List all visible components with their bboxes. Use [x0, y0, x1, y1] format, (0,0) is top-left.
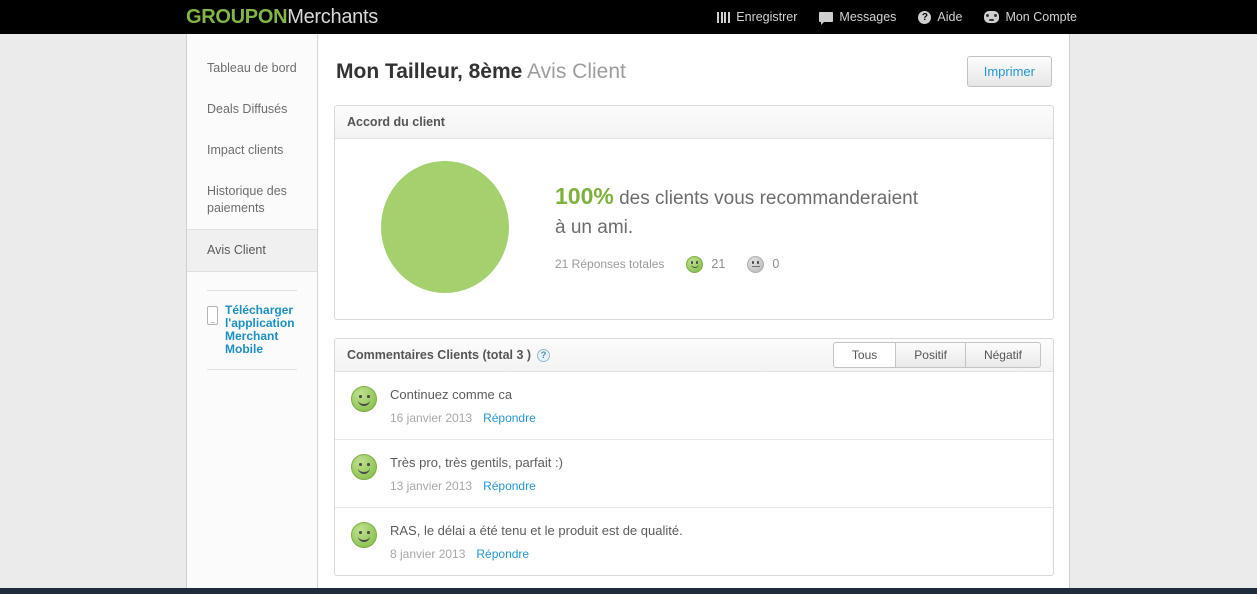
comments-title-text: Commentaires Clients (total 3 ) [347, 348, 532, 362]
topnav-label-mon-compte: Mon Compte [1005, 10, 1077, 24]
page-header: Mon Tailleur, 8ème Avis Client Imprimer [334, 34, 1054, 87]
main-container: Tableau de bord Deals Diffusés Impact cl… [186, 34, 1070, 588]
topnav-label-messages: Messages [839, 10, 897, 24]
account-face-icon [984, 11, 1000, 23]
chat-icon [819, 12, 834, 25]
agreement-panel-body: 100% des clients vous recommanderaient à… [335, 139, 1053, 319]
comment-row: Très pro, très gentils, parfait :) 13 ja… [335, 440, 1053, 508]
comments-panel-title: Commentaires Clients (total 3 ) ? [347, 348, 551, 362]
help-question-icon[interactable]: ? [537, 348, 551, 362]
topnav-label-enregistrer: Enregistrer [736, 10, 798, 24]
agreement-statement-line1: des clients vous recommanderaient [619, 187, 918, 209]
print-button[interactable]: Imprimer [966, 56, 1052, 87]
agreement-statement: 100% des clients vous recommanderaient à… [555, 182, 918, 242]
agreement-percent: 100% [555, 182, 614, 209]
comment-date: 8 janvier 2013 [390, 547, 466, 561]
comment-text: Continuez comme ca [390, 387, 513, 402]
help-circle-icon: ? [918, 10, 932, 24]
comment-row: Continuez comme ca 16 janvier 2013 Répon… [335, 372, 1053, 440]
content-area: Mon Tailleur, 8ème Avis Client Imprimer … [319, 34, 1069, 588]
agreement-panel-header: Accord du client [335, 106, 1053, 139]
comment-row: RAS, le délai a été tenu et le produit e… [335, 508, 1053, 575]
sidebar-item-download-merchant-mobile[interactable]: Télécharger l'application Merchant Mobil… [187, 291, 317, 369]
filter-positif[interactable]: Positif [896, 342, 966, 368]
comment-text: Très pro, très gentils, parfait :) [390, 455, 563, 470]
top-nav-links: Enregistrer Messages ? Aide Mon Compte [717, 0, 1077, 34]
top-navigation-bar: GROUPONMerchants Enregistrer Messages ? … [0, 0, 1257, 34]
comment-filter-group: Tous Positif Négatif [832, 342, 1041, 368]
sidebar-item-impact-clients[interactable]: Impact clients [187, 130, 317, 171]
sidebar: Tableau de bord Deals Diffusés Impact cl… [187, 34, 318, 588]
topnav-item-aide[interactable]: ? Aide [918, 10, 962, 24]
comment-content: Très pro, très gentils, parfait :) 13 ja… [390, 454, 563, 493]
comment-content: Continuez comme ca 16 janvier 2013 Répon… [390, 386, 536, 425]
neutral-smiley-icon [747, 255, 765, 273]
bars-icon [717, 11, 730, 23]
window-bottom-edge [0, 588, 1257, 594]
comment-text: RAS, le délai a été tenu et le produit e… [390, 523, 683, 538]
comment-reply-link[interactable]: Répondre [476, 547, 529, 561]
comment-date: 16 janvier 2013 [390, 411, 473, 425]
agreement-panel-title: Accord du client [347, 115, 445, 129]
sidebar-item-deals-diffuses[interactable]: Deals Diffusés [187, 89, 317, 130]
mobile-phone-icon [207, 306, 218, 325]
agreement-pie-chart [381, 161, 509, 293]
comment-content: RAS, le délai a été tenu et le produit e… [390, 522, 683, 561]
sidebar-divider-bottom [207, 369, 297, 370]
page-title: Mon Tailleur, 8ème Avis Client [336, 60, 626, 84]
brand-groupon-text: GROUPON [186, 6, 288, 28]
download-app-label: Télécharger l'application Merchant Mobil… [225, 303, 295, 356]
comment-meta: 13 janvier 2013 Répondre [390, 479, 563, 493]
groupon-merchants-logo[interactable]: GROUPONMerchants [186, 6, 378, 29]
topnav-label-aide: Aide [937, 10, 963, 24]
comment-meta: 8 janvier 2013 Répondre [390, 547, 683, 561]
comment-reply-link[interactable]: Répondre [483, 479, 536, 493]
brand-merchants-text: Merchants [287, 6, 378, 28]
positive-response-count: 21 [711, 257, 726, 271]
comment-meta: 16 janvier 2013 Répondre [390, 411, 536, 425]
filter-tous[interactable]: Tous [832, 342, 897, 368]
filter-negatif[interactable]: Négatif [965, 342, 1041, 368]
comment-reply-link[interactable]: Répondre [483, 411, 536, 425]
comment-positive-smiley-icon [351, 386, 377, 412]
customer-comments-panel: Commentaires Clients (total 3 ) ? Tous P… [334, 338, 1054, 576]
customer-agreement-panel: Accord du client 100% des clients vous r… [334, 105, 1054, 320]
sidebar-item-avis-client[interactable]: Avis Client [187, 229, 317, 272]
agreement-statement-line2: à un ami. [555, 216, 634, 238]
sidebar-item-historique-des-paiements[interactable]: Historique des paiements [187, 171, 317, 229]
response-counts: 21 Réponses totales 21 0 [555, 255, 918, 273]
topnav-item-messages[interactable]: Messages [819, 10, 897, 25]
positive-smiley-icon [686, 255, 704, 273]
topnav-item-enregistrer[interactable]: Enregistrer [717, 10, 797, 24]
comments-panel-header: Commentaires Clients (total 3 ) ? Tous P… [335, 339, 1053, 372]
agreement-summary: 100% des clients vous recommanderaient à… [555, 182, 918, 273]
neutral-response-count: 0 [772, 257, 780, 271]
sidebar-item-tableau-de-bord[interactable]: Tableau de bord [187, 48, 317, 89]
comment-date: 13 janvier 2013 [390, 479, 473, 493]
comment-positive-smiley-icon [351, 522, 377, 548]
page-title-merchant: Mon Tailleur, 8ème [336, 59, 523, 83]
comment-positive-smiley-icon [351, 454, 377, 480]
topnav-item-mon-compte[interactable]: Mon Compte [984, 10, 1077, 24]
page-title-section: Avis Client [527, 59, 626, 83]
total-responses-label: 21 Réponses totales [555, 257, 665, 271]
